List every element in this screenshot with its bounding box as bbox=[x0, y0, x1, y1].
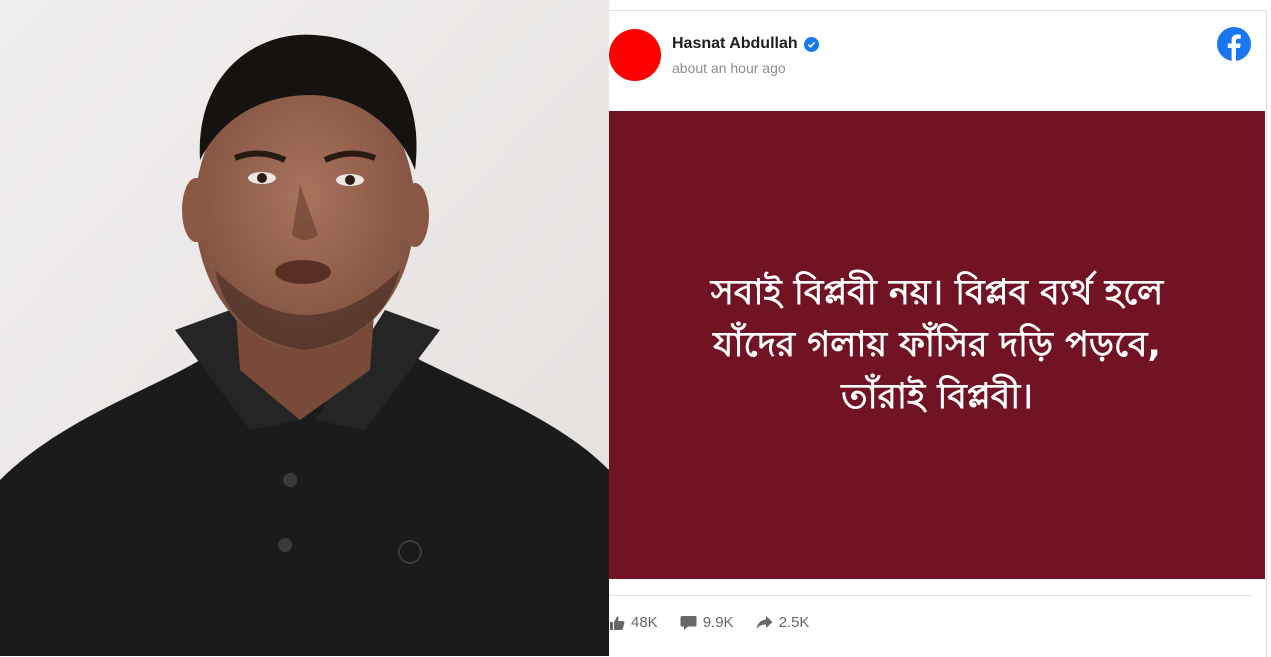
comment-icon bbox=[680, 615, 697, 630]
engagement-stats: 48K 9.9K 2.5K bbox=[609, 614, 831, 631]
comment-stat[interactable]: 9.9K bbox=[680, 614, 734, 631]
share-count: 2.5K bbox=[778, 614, 810, 631]
comment-count: 9.9K bbox=[702, 614, 734, 631]
divider bbox=[609, 595, 1251, 596]
facebook-icon[interactable] bbox=[1217, 27, 1251, 61]
author-name[interactable]: Hasnat Abdullah bbox=[672, 35, 798, 53]
share-stat[interactable]: 2.5K bbox=[756, 614, 810, 631]
avatar[interactable] bbox=[609, 29, 661, 81]
post-author[interactable]: Hasnat Abdullah bbox=[672, 35, 819, 53]
post-image-banner[interactable]: সবাই বিপ্লবী নয়। বিপ্লব ব্যর্থ হলে যাঁদ… bbox=[609, 111, 1265, 579]
post-text: সবাই বিপ্লবী নয়। বিপ্লব ব্যর্থ হলে যাঁদ… bbox=[710, 273, 1164, 417]
facebook-post: Hasnat Abdullah about an hour ago সবাই ব… bbox=[609, 10, 1267, 657]
thumbs-up-icon bbox=[610, 616, 625, 630]
share-icon bbox=[756, 616, 773, 629]
like-stat[interactable]: 48K bbox=[609, 614, 658, 631]
post-timestamp[interactable]: about an hour ago bbox=[672, 60, 786, 76]
like-count: 48K bbox=[631, 614, 658, 631]
verified-badge-icon bbox=[803, 36, 819, 52]
person-photo bbox=[0, 0, 609, 656]
photo-panel bbox=[0, 0, 609, 656]
